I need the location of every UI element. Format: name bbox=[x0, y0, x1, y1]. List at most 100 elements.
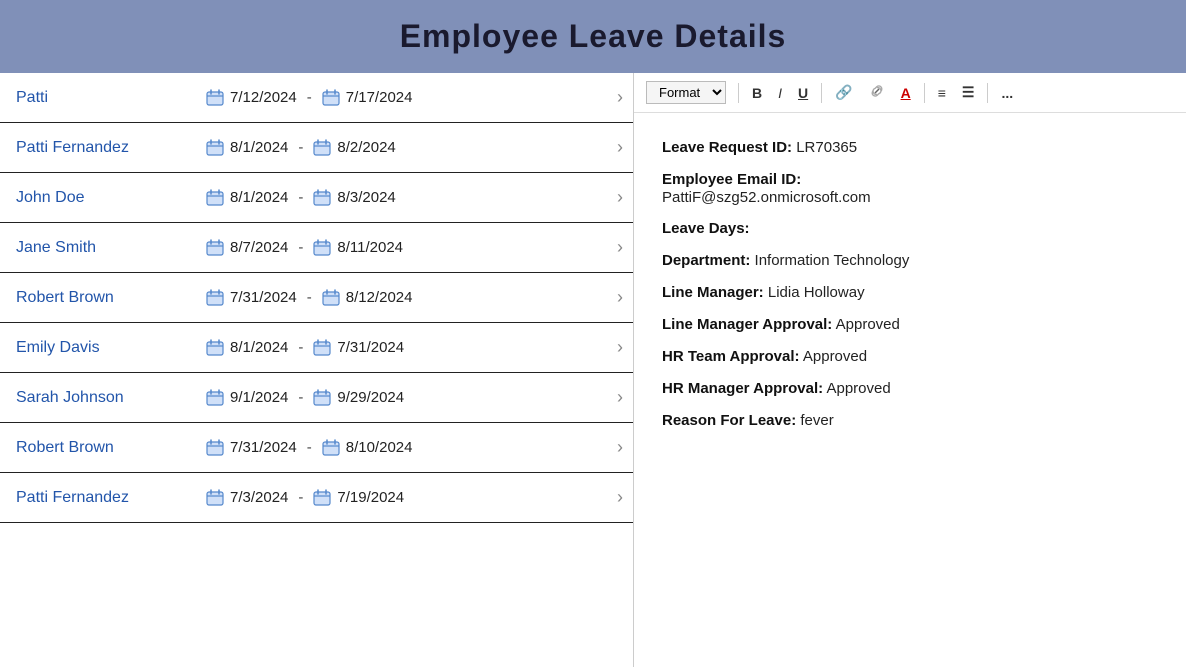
chevron-right-icon: › bbox=[617, 137, 623, 158]
department-label: Department: bbox=[662, 252, 750, 269]
department-value: Information Technology bbox=[755, 252, 910, 269]
bold-button[interactable]: B bbox=[745, 81, 769, 105]
list-item[interactable]: Jane Smith 8/7/2024 - 8/11/2024 › bbox=[0, 223, 633, 273]
underline-button[interactable]: U bbox=[791, 81, 815, 105]
toolbar-divider-4 bbox=[987, 83, 988, 103]
employee-name: Patti Fernandez bbox=[16, 489, 206, 507]
list-item[interactable]: Patti Fernandez 7/3/2024 - 7/19/2024 › bbox=[0, 473, 633, 523]
page-title: Employee Leave Details bbox=[0, 0, 1186, 73]
start-calendar-icon bbox=[206, 239, 224, 257]
employee-name: Sarah Johnson bbox=[16, 389, 206, 407]
highlight-button[interactable]: A bbox=[894, 81, 918, 105]
leave-request-id-val: LR70365 bbox=[796, 139, 857, 156]
unlink-button[interactable] bbox=[862, 79, 892, 106]
end-calendar-icon bbox=[313, 389, 331, 407]
start-calendar-icon bbox=[206, 389, 224, 407]
start-date: 8/7/2024 bbox=[230, 239, 288, 256]
start-calendar-icon bbox=[206, 489, 224, 507]
chevron-right-icon: › bbox=[617, 437, 623, 458]
end-date: 8/3/2024 bbox=[337, 189, 395, 206]
date-dash: - bbox=[298, 189, 303, 206]
list-item[interactable]: Patti Fernandez 8/1/2024 - 8/2/2024 › bbox=[0, 123, 633, 173]
date-range: 8/1/2024 - 7/31/2024 bbox=[206, 339, 617, 357]
employee-name: Jane Smith bbox=[16, 239, 206, 257]
line-manager-label: Line Manager: bbox=[662, 284, 764, 301]
end-calendar-icon bbox=[313, 139, 331, 157]
employee-name: Patti bbox=[16, 89, 206, 107]
toolbar-divider-2 bbox=[821, 83, 822, 103]
chevron-right-icon: › bbox=[617, 387, 623, 408]
employee-email-label: Employee Email ID: bbox=[662, 171, 801, 188]
detail-content: Leave Request ID: LR70365 Employee Email… bbox=[634, 113, 1186, 458]
end-calendar-icon bbox=[322, 439, 340, 457]
start-calendar-icon bbox=[206, 439, 224, 457]
list-item[interactable]: John Doe 8/1/2024 - 8/3/2024 › bbox=[0, 173, 633, 223]
start-date: 8/1/2024 bbox=[230, 339, 288, 356]
more-options-button[interactable]: ... bbox=[994, 81, 1020, 105]
date-range: 8/7/2024 - 8/11/2024 bbox=[206, 239, 617, 257]
date-range: 8/1/2024 - 8/2/2024 bbox=[206, 139, 617, 157]
start-date: 9/1/2024 bbox=[230, 389, 288, 406]
end-calendar-icon bbox=[313, 239, 331, 257]
line-manager-row: Line Manager: Lidia Holloway bbox=[662, 278, 1158, 308]
end-date: 7/19/2024 bbox=[337, 489, 404, 506]
leave-request-id-label: Leave Request ID: bbox=[662, 139, 792, 156]
employee-name: John Doe bbox=[16, 189, 206, 207]
line-manager-approval-value: Approved bbox=[836, 316, 900, 333]
employee-email-row: Employee Email ID: PattiF@szg52.onmicros… bbox=[662, 165, 1158, 208]
employee-list: Patti 7/12/2024 - 7/17/2024 › Patti Fern… bbox=[0, 73, 634, 667]
date-range: 9/1/2024 - 9/29/2024 bbox=[206, 389, 617, 407]
employee-name: Robert Brown bbox=[16, 439, 206, 457]
end-calendar-icon bbox=[313, 339, 331, 357]
date-dash: - bbox=[307, 289, 312, 306]
list-item[interactable]: Sarah Johnson 9/1/2024 - 9/29/2024 › bbox=[0, 373, 633, 423]
chevron-right-icon: › bbox=[617, 487, 623, 508]
start-calendar-icon bbox=[206, 339, 224, 357]
date-range: 7/31/2024 - 8/10/2024 bbox=[206, 439, 617, 457]
date-range: 7/31/2024 - 8/12/2024 bbox=[206, 289, 617, 307]
start-calendar-icon bbox=[206, 289, 224, 307]
line-manager-approval-label: Line Manager Approval: bbox=[662, 316, 832, 333]
list-item[interactable]: Robert Brown 7/31/2024 - 8/12/2024 › bbox=[0, 273, 633, 323]
link-button[interactable]: 🔗 bbox=[828, 80, 859, 105]
ordered-list-button[interactable]: ☰ bbox=[955, 80, 982, 105]
end-date: 7/31/2024 bbox=[337, 339, 404, 356]
date-dash: - bbox=[307, 439, 312, 456]
main-content: Patti 7/12/2024 - 7/17/2024 › Patti Fern… bbox=[0, 73, 1186, 667]
list-item[interactable]: Robert Brown 7/31/2024 - 8/10/2024 › bbox=[0, 423, 633, 473]
italic-button[interactable]: I bbox=[771, 81, 789, 105]
list-item[interactable]: Patti 7/12/2024 - 7/17/2024 › bbox=[0, 73, 633, 123]
hr-team-approval-value: Approved bbox=[803, 348, 867, 365]
format-select[interactable]: Format bbox=[646, 81, 726, 104]
chevron-right-icon: › bbox=[617, 237, 623, 258]
reason-value: fever bbox=[800, 412, 833, 429]
start-calendar-icon bbox=[206, 189, 224, 207]
list-item[interactable]: Emily Davis 8/1/2024 - 7/31/2024 › bbox=[0, 323, 633, 373]
date-dash: - bbox=[298, 339, 303, 356]
end-calendar-icon bbox=[313, 189, 331, 207]
hr-manager-approval-row: HR Manager Approval: Approved bbox=[662, 374, 1158, 404]
end-date: 8/12/2024 bbox=[346, 289, 413, 306]
start-date: 7/31/2024 bbox=[230, 439, 297, 456]
end-calendar-icon bbox=[322, 89, 340, 107]
toolbar-divider-3 bbox=[924, 83, 925, 103]
date-range: 7/12/2024 - 7/17/2024 bbox=[206, 89, 617, 107]
end-date: 8/10/2024 bbox=[346, 439, 413, 456]
department-row: Department: Information Technology bbox=[662, 246, 1158, 276]
line-manager-value: Lidia Holloway bbox=[768, 284, 865, 301]
hr-team-approval-row: HR Team Approval: Approved bbox=[662, 342, 1158, 372]
end-date: 8/11/2024 bbox=[337, 239, 403, 256]
start-date: 7/31/2024 bbox=[230, 289, 297, 306]
start-calendar-icon bbox=[206, 89, 224, 107]
chevron-right-icon: › bbox=[617, 337, 623, 358]
unordered-list-button[interactable]: ≡ bbox=[931, 81, 953, 105]
leave-days-row: Leave Days: bbox=[662, 214, 1158, 244]
date-dash: - bbox=[298, 389, 303, 406]
line-manager-approval-row: Line Manager Approval: Approved bbox=[662, 310, 1158, 340]
reason-label: Reason For Leave: bbox=[662, 412, 796, 429]
date-dash: - bbox=[298, 489, 303, 506]
chevron-right-icon: › bbox=[617, 187, 623, 208]
reason-row: Reason For Leave: fever bbox=[662, 406, 1158, 436]
leave-days-label: Leave Days: bbox=[662, 220, 750, 237]
chevron-right-icon: › bbox=[617, 287, 623, 308]
